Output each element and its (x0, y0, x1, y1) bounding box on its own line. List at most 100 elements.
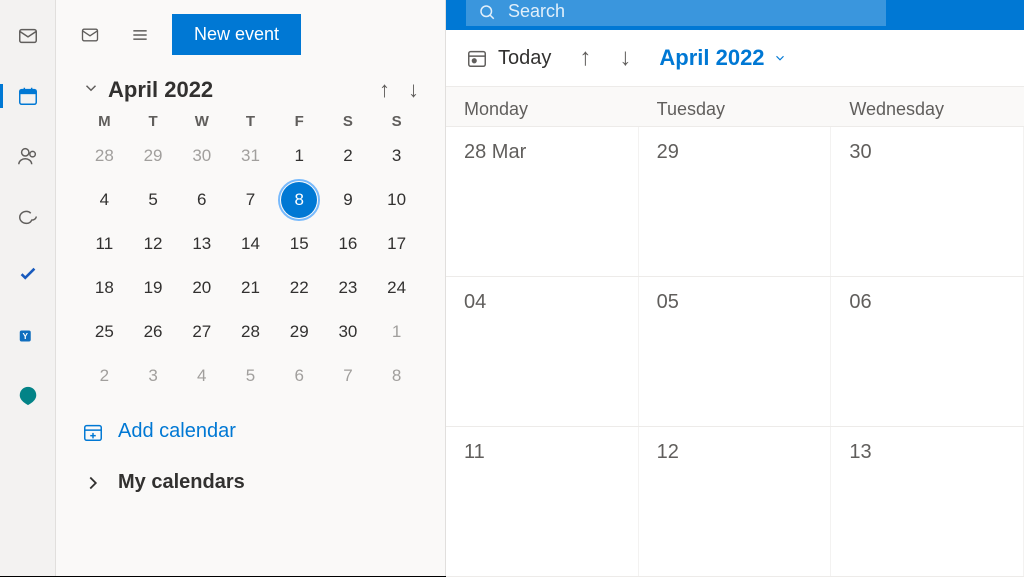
mini-day[interactable]: 1 (379, 314, 415, 350)
week-cell[interactable]: 04 (446, 277, 639, 426)
mini-day[interactable]: 4 (86, 182, 122, 218)
mini-day[interactable]: 29 (281, 314, 317, 350)
mini-day[interactable]: 6 (281, 358, 317, 394)
add-calendar-label: Add calendar (118, 420, 236, 443)
mini-day[interactable]: 13 (184, 226, 220, 262)
week-day-header: Wednesday (831, 99, 1024, 120)
mini-day[interactable]: 25 (86, 314, 122, 350)
mini-day[interactable]: 11 (86, 226, 122, 262)
mini-day[interactable]: 9 (330, 182, 366, 218)
mini-day[interactable]: 15 (281, 226, 317, 262)
today-label: Today (498, 47, 551, 70)
today-button[interactable]: Today (466, 47, 551, 70)
mini-dow: T (228, 113, 273, 130)
rail-todo[interactable] (12, 260, 44, 292)
chevron-down-icon (773, 51, 787, 65)
my-calendars-toggle[interactable]: My calendars (56, 457, 445, 508)
mini-calendar: April 2022 ↑ ↓ MTWTFSS282930311234567891… (56, 69, 445, 406)
my-calendars-label: My calendars (118, 471, 245, 494)
rail-files[interactable] (12, 200, 44, 232)
month-picker[interactable]: April 2022 (659, 45, 786, 71)
mini-day[interactable]: 16 (330, 226, 366, 262)
calendar-today-icon (466, 47, 488, 69)
mini-day[interactable]: 27 (184, 314, 220, 350)
mini-dow: M (82, 113, 127, 130)
rail-bookings[interactable] (12, 380, 44, 412)
prev-week-icon[interactable]: ↑ (579, 44, 591, 72)
mini-day[interactable]: 2 (86, 358, 122, 394)
mini-day[interactable]: 5 (232, 358, 268, 394)
week-day-header: Tuesday (639, 99, 832, 120)
main-panel: Today ↑ ↓ April 2022 MondayTuesdayWednes… (446, 0, 1024, 576)
rail-people[interactable] (12, 140, 44, 172)
mini-day[interactable]: 2 (330, 138, 366, 174)
mini-day[interactable]: 3 (379, 138, 415, 174)
mail-icon[interactable] (72, 17, 108, 53)
week-cell[interactable]: 30 (831, 127, 1024, 276)
mini-day[interactable]: 1 (281, 138, 317, 174)
mini-dow: S (326, 113, 371, 130)
mini-day[interactable]: 28 (232, 314, 268, 350)
mini-dow: T (131, 113, 176, 130)
mini-day[interactable]: 31 (232, 138, 268, 174)
mini-day[interactable]: 20 (184, 270, 220, 306)
rail-yammer[interactable]: Y (12, 320, 44, 352)
new-event-button[interactable]: New event (172, 14, 301, 55)
week-cell[interactable]: 11 (446, 427, 639, 576)
mini-day[interactable]: 19 (135, 270, 171, 306)
mini-next-icon[interactable]: ↓ (408, 77, 419, 103)
hamburger-icon[interactable] (122, 17, 158, 53)
week-cell[interactable]: 12 (639, 427, 832, 576)
mini-day[interactable]: 28 (86, 138, 122, 174)
search-box[interactable] (466, 0, 886, 26)
add-calendar-button[interactable]: Add calendar (56, 406, 445, 457)
title-bar (446, 0, 1024, 30)
week-row: 28 Mar2930 (446, 127, 1024, 277)
chevron-down-icon[interactable] (82, 79, 100, 102)
mini-day[interactable]: 4 (184, 358, 220, 394)
month-picker-label: April 2022 (659, 45, 764, 71)
rail-mail[interactable] (12, 20, 44, 52)
mini-day[interactable]: 26 (135, 314, 171, 350)
svg-text:Y: Y (22, 332, 28, 341)
mini-day[interactable]: 21 (232, 270, 268, 306)
mini-month-label: April 2022 (108, 77, 213, 103)
mini-day[interactable]: 7 (330, 358, 366, 394)
mini-day[interactable]: 3 (135, 358, 171, 394)
week-cell[interactable]: 28 Mar (446, 127, 639, 276)
mini-day[interactable]: 17 (379, 226, 415, 262)
week-row: 040506 (446, 277, 1024, 427)
search-input[interactable] (508, 1, 874, 22)
mini-dow: F (277, 113, 322, 130)
mini-day[interactable]: 12 (135, 226, 171, 262)
week-day-header: Monday (446, 99, 639, 120)
mini-prev-icon[interactable]: ↑ (379, 77, 390, 103)
rail-calendar[interactable] (12, 80, 44, 112)
mini-day[interactable]: 8 (281, 182, 317, 218)
mini-day[interactable]: 18 (86, 270, 122, 306)
mini-day[interactable]: 24 (379, 270, 415, 306)
mini-day[interactable]: 7 (232, 182, 268, 218)
mini-dow: S (374, 113, 419, 130)
mini-day[interactable]: 14 (232, 226, 268, 262)
mini-day[interactable]: 6 (184, 182, 220, 218)
week-cell[interactable]: 13 (831, 427, 1024, 576)
week-cell[interactable]: 05 (639, 277, 832, 426)
mini-day[interactable]: 30 (330, 314, 366, 350)
app-rail: Y (0, 0, 56, 576)
week-cell[interactable]: 29 (639, 127, 832, 276)
mini-day[interactable]: 30 (184, 138, 220, 174)
mini-day[interactable]: 8 (379, 358, 415, 394)
mini-dow: W (179, 113, 224, 130)
mini-day[interactable]: 22 (281, 270, 317, 306)
mini-day[interactable]: 23 (330, 270, 366, 306)
mini-day[interactable]: 29 (135, 138, 171, 174)
next-week-icon[interactable]: ↓ (619, 44, 631, 72)
mini-day[interactable]: 10 (379, 182, 415, 218)
mini-day[interactable]: 5 (135, 182, 171, 218)
main-toolbar: Today ↑ ↓ April 2022 (446, 30, 1024, 87)
week-header: MondayTuesdayWednesday (446, 87, 1024, 127)
week-row: 111213 (446, 427, 1024, 577)
search-icon (478, 3, 496, 21)
week-cell[interactable]: 06 (831, 277, 1024, 426)
